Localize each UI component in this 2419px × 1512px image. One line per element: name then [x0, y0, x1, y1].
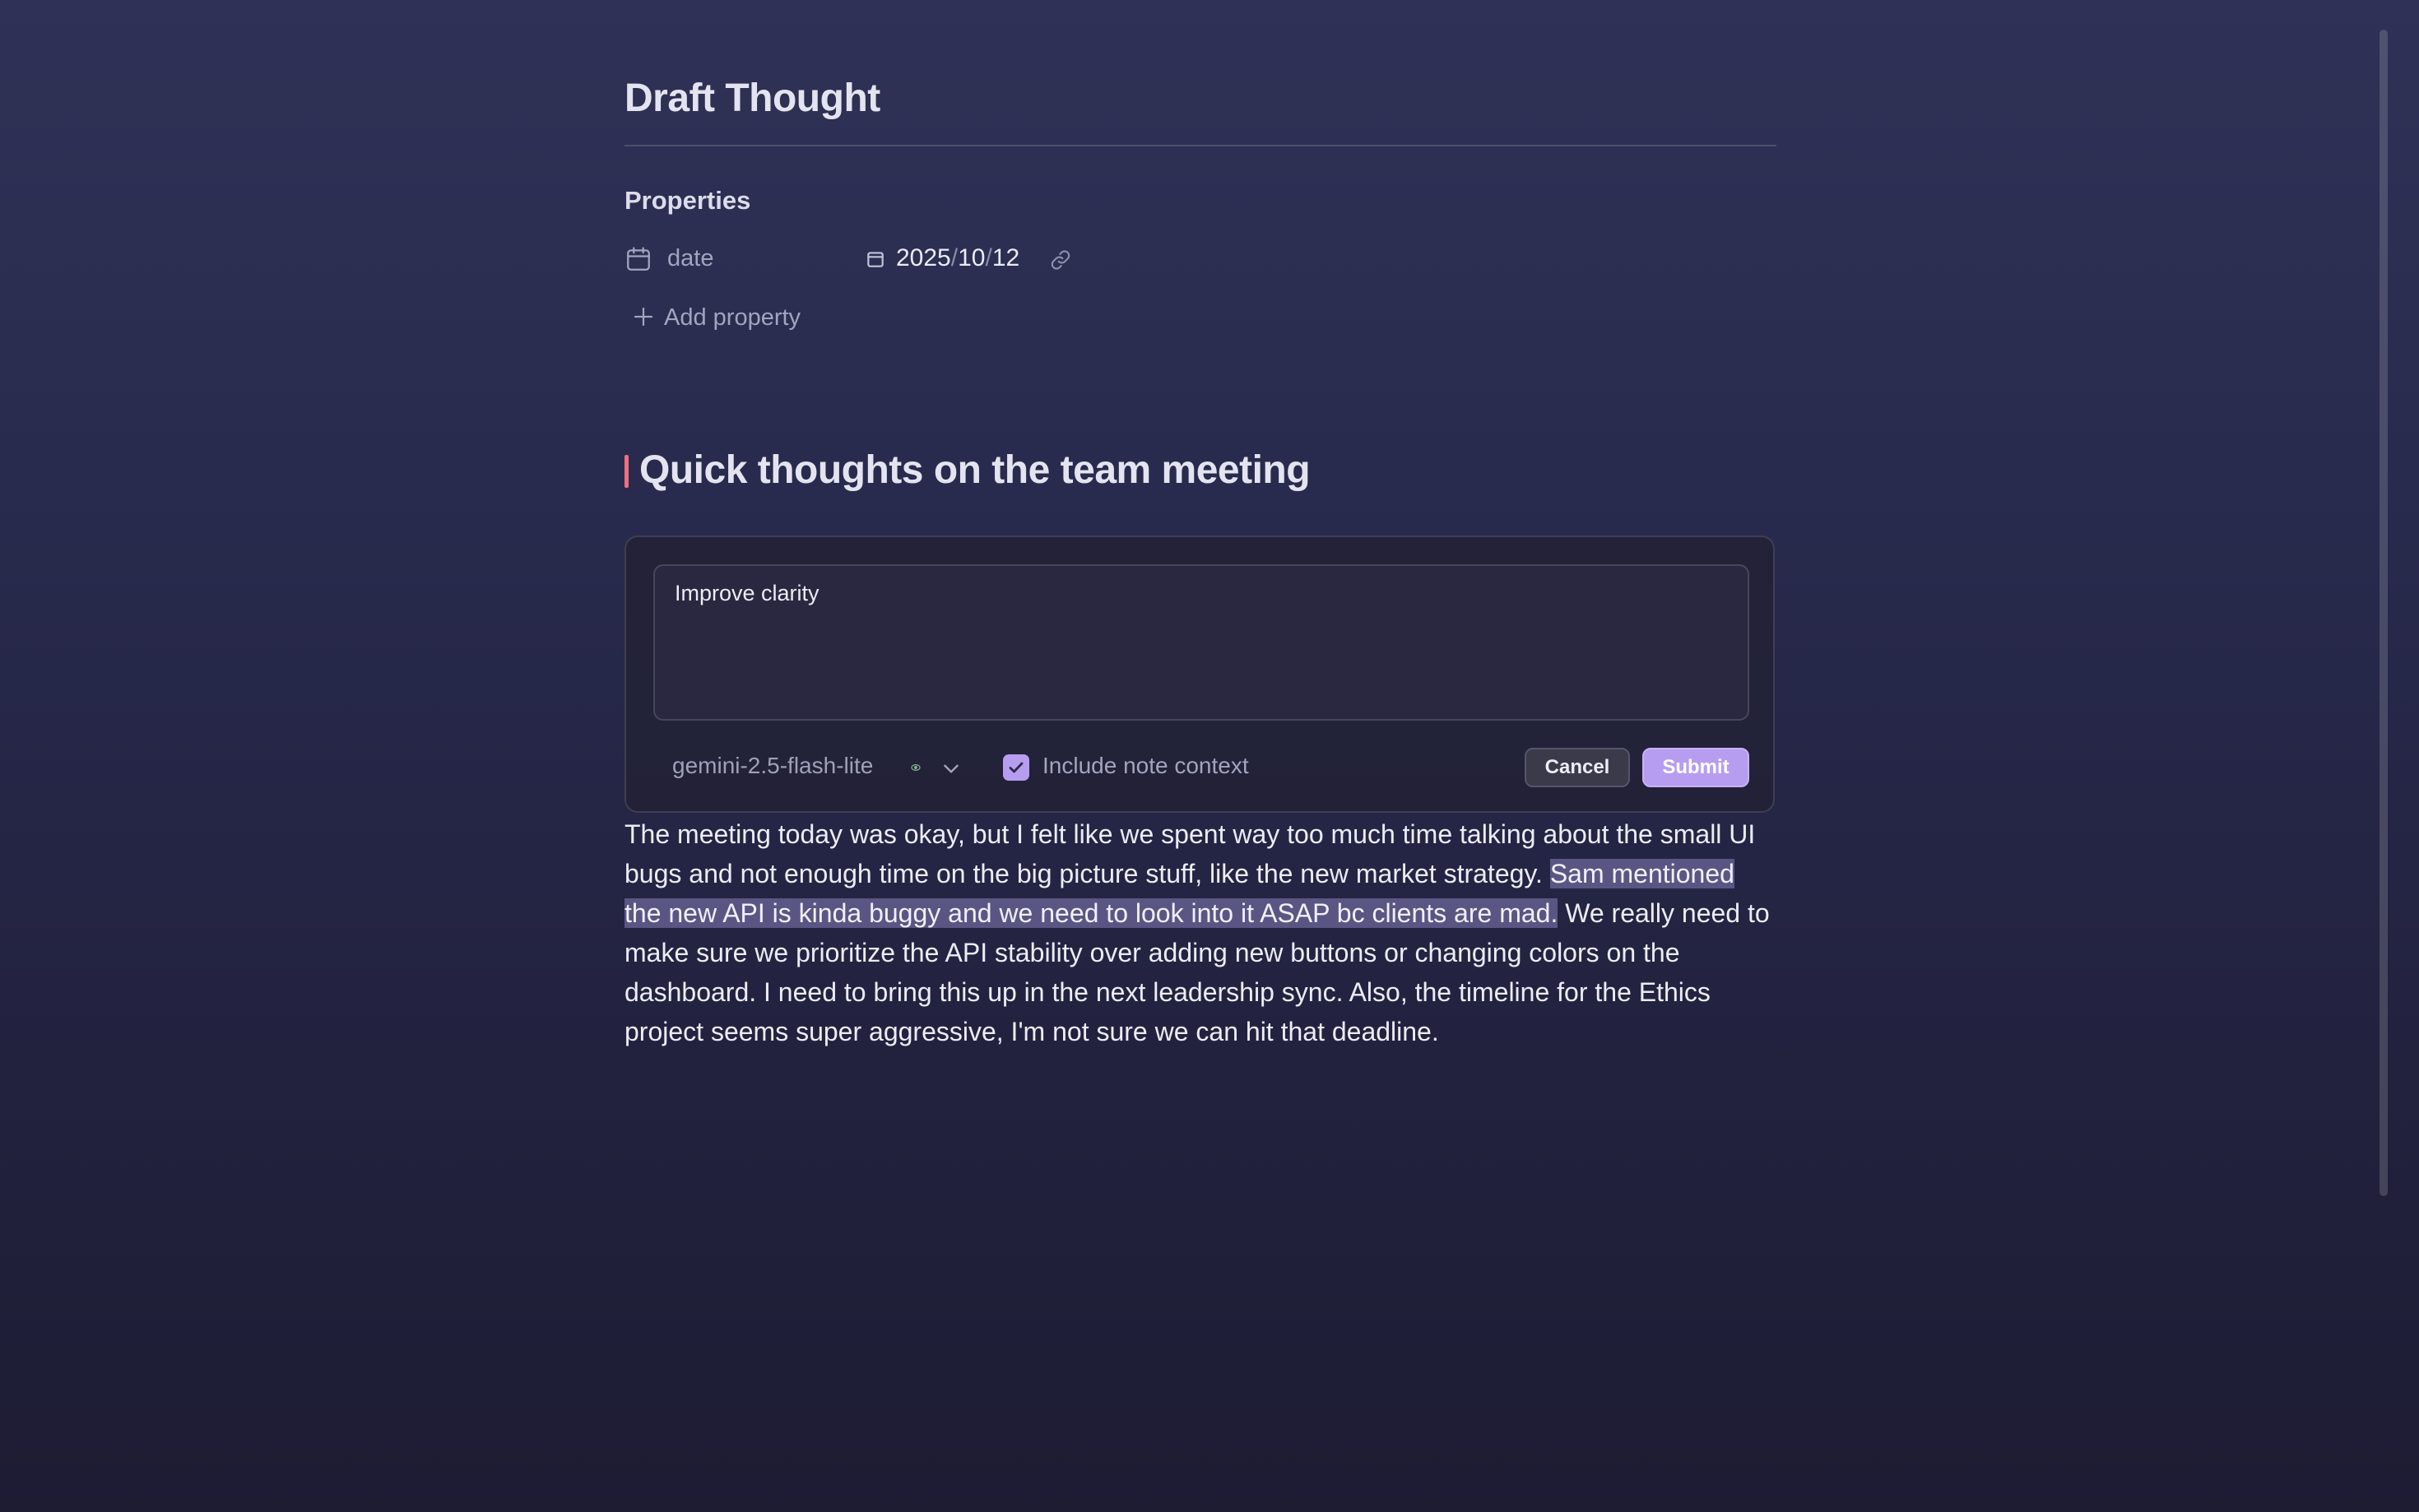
note-paragraph[interactable]: The meeting today was okay, but I felt l…: [624, 814, 1776, 1051]
note-title[interactable]: Draft Thought: [624, 76, 880, 121]
properties-heading[interactable]: Properties: [624, 186, 750, 216]
date-month[interactable]: 10: [958, 244, 985, 271]
calendar-icon[interactable]: [865, 248, 886, 270]
link-icon[interactable]: [1049, 248, 1072, 271]
include-context-checkbox[interactable]: Include note context: [1003, 753, 1275, 786]
property-row-date: date 2025/10/12: [624, 242, 1200, 278]
content-heading[interactable]: Quick thoughts on the team meeting: [639, 448, 1311, 493]
property-key-date[interactable]: date: [667, 245, 713, 272]
checkmark-icon: [1009, 762, 1024, 773]
add-property-button[interactable]: Add property: [631, 301, 829, 337]
cancel-button[interactable]: Cancel: [1525, 748, 1630, 787]
checkbox-checked[interactable]: [1003, 754, 1029, 781]
chevron-down-icon: [944, 764, 959, 773]
model-name: gemini-2.5-flash-lite: [672, 753, 874, 778]
submit-button[interactable]: Submit: [1642, 748, 1749, 787]
property-value-date[interactable]: 2025/10/12: [896, 244, 1019, 272]
include-context-label[interactable]: Include note context: [1042, 753, 1249, 779]
date-year[interactable]: 2025: [896, 244, 951, 271]
heading-marker: [624, 455, 629, 488]
date-separator: /: [950, 244, 959, 271]
title-divider: [624, 145, 1776, 146]
plus-icon: [634, 307, 653, 327]
calendar-icon: [627, 247, 650, 271]
prompt-input[interactable]: Improve clarity: [653, 564, 1749, 721]
model-selector[interactable]: gemini-2.5-flash-lite: [672, 748, 968, 784]
eye-icon: [911, 763, 921, 772]
ai-edit-panel: Improve clarity gemini-2.5-flash-lite In…: [624, 536, 1775, 813]
date-day[interactable]: 12: [992, 244, 1019, 271]
date-separator: /: [985, 244, 992, 271]
add-property-label: Add property: [664, 304, 801, 331]
vertical-scrollbar[interactable]: [2380, 30, 2388, 1196]
